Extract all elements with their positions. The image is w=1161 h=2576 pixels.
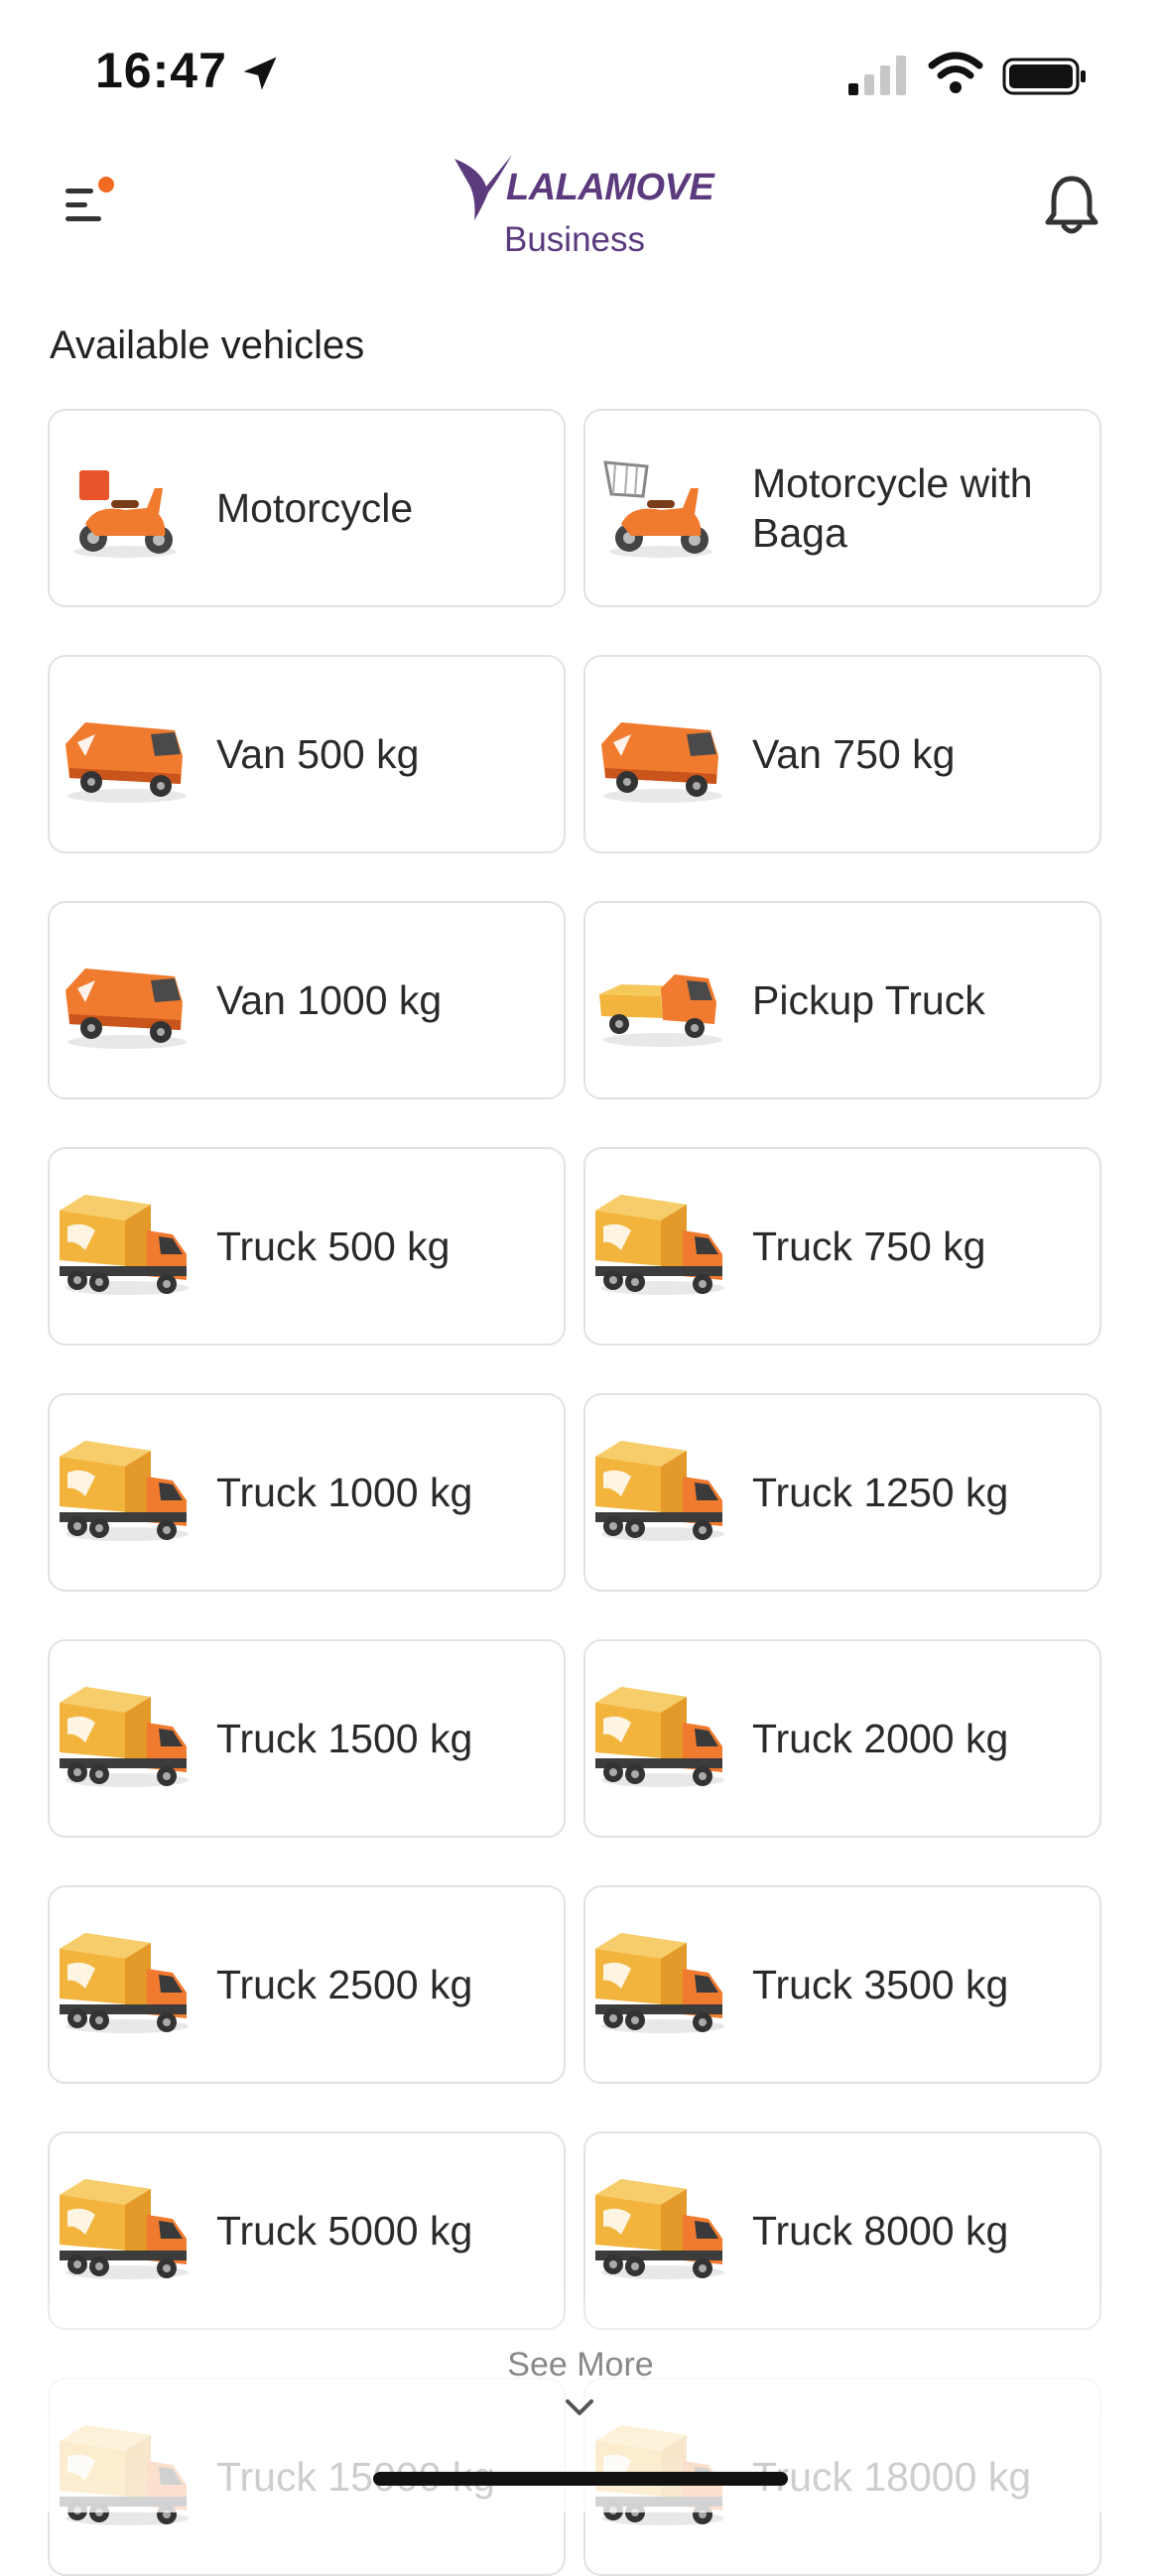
- vehicle-card[interactable]: Truck 1500 kg: [48, 1639, 566, 1838]
- vehicle-card[interactable]: Van 500 kg: [48, 655, 566, 853]
- vehicle-label: Truck 2000 kg: [752, 1716, 1009, 1761]
- motorcycle-basket-icon: [591, 452, 730, 564]
- truck-icon: [56, 1437, 194, 1548]
- vehicle-label: Pickup Truck: [752, 977, 985, 1023]
- vehicle-card[interactable]: Truck 1000 kg: [48, 1393, 566, 1592]
- van-icon: [591, 699, 730, 810]
- truck-icon: [591, 1437, 730, 1548]
- van-icon: [56, 945, 194, 1056]
- vehicle-card[interactable]: Van 1000 kg: [48, 901, 566, 1099]
- wifi-icon: [928, 52, 983, 93]
- vehicle-card[interactable]: Truck 3500 kg: [583, 1885, 1101, 2084]
- notification-dot: [98, 177, 114, 193]
- truck-icon: [591, 1191, 730, 1302]
- truck-icon: [591, 2175, 730, 2286]
- menu-button[interactable]: [62, 175, 121, 234]
- chevron-down-icon[interactable]: [562, 2395, 597, 2419]
- vehicle-label: Truck 5000 kg: [216, 2208, 473, 2254]
- location-arrow-icon: [243, 57, 277, 90]
- truck-icon: [56, 1683, 194, 1794]
- pickup-truck-icon: [591, 945, 730, 1056]
- vehicle-label: Van 1000 kg: [216, 977, 443, 1023]
- truck-icon: [591, 1683, 730, 1794]
- vehicle-card[interactable]: Motorcycle with Baga: [583, 409, 1101, 607]
- truck-icon: [591, 1929, 730, 2040]
- vehicle-label: Truck 3500 kg: [752, 1962, 1009, 2007]
- vehicle-label: Truck 8000 kg: [752, 2208, 1009, 2254]
- vehicle-card[interactable]: Truck 500 kg: [48, 1147, 566, 1346]
- vehicle-label: Truck 2500 kg: [216, 1962, 473, 2007]
- status-bar: 16:47: [0, 0, 1161, 139]
- vehicle-card[interactable]: Truck 2500 kg: [48, 1885, 566, 2084]
- vehicle-card[interactable]: Truck 750 kg: [583, 1147, 1101, 1346]
- vehicle-label: Truck 500 kg: [216, 1224, 451, 1269]
- truck-icon: [56, 1191, 194, 1302]
- vehicle-label: Van 750 kg: [752, 731, 956, 777]
- logo-subtitle: Business: [504, 220, 646, 259]
- see-more-button[interactable]: See More: [0, 2346, 1161, 2384]
- vehicle-label: Truck 750 kg: [752, 1224, 986, 1269]
- vehicle-card[interactable]: Pickup Truck: [583, 901, 1101, 1099]
- vehicle-card[interactable]: Motorcycle: [48, 409, 566, 607]
- bell-icon[interactable]: [1042, 173, 1101, 236]
- vehicle-card[interactable]: Truck 2000 kg: [583, 1639, 1101, 1838]
- vehicle-label: Truck 1500 kg: [216, 1716, 473, 1761]
- cellular-signal-icon: [848, 56, 906, 95]
- vehicle-label: Truck 1000 kg: [216, 1470, 473, 1515]
- status-time: 16:47: [95, 43, 227, 98]
- home-indicator: [373, 2472, 788, 2486]
- vehicle-label: Truck 1250 kg: [752, 1470, 1009, 1515]
- lalamove-business-logo: LALAMOVE Business: [447, 149, 724, 268]
- vehicle-card[interactable]: Truck 1250 kg: [583, 1393, 1101, 1592]
- section-title: Available vehicles: [50, 323, 365, 367]
- truck-icon: [56, 2175, 194, 2286]
- vehicle-label: Motorcycle: [216, 485, 414, 531]
- truck-icon: [56, 1929, 194, 2040]
- vehicle-label: Motorcycle with Baga: [752, 460, 1033, 556]
- logo-wordmark: LALAMOVE: [506, 167, 714, 208]
- vehicle-card[interactable]: Van 750 kg: [583, 655, 1101, 853]
- battery-icon: [1002, 58, 1086, 95]
- motorcycle-icon: [56, 452, 194, 564]
- van-icon: [56, 699, 194, 810]
- vehicle-label: Van 500 kg: [216, 731, 420, 777]
